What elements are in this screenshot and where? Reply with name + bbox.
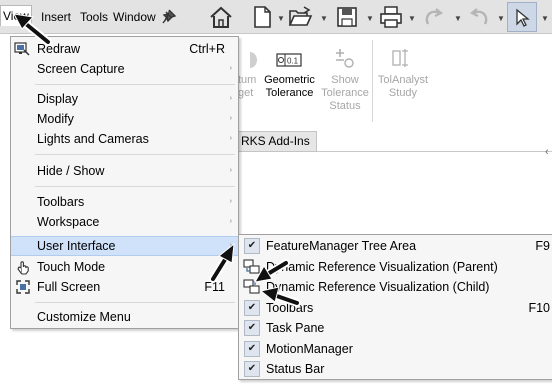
annotation-arrow-view [13, 13, 52, 46]
annotation-arrows [13, 13, 301, 307]
annotation-arrow-parent [254, 259, 290, 283]
annotation-arrow-user-interface [209, 242, 235, 283]
annotation-arrow-child [259, 286, 301, 307]
